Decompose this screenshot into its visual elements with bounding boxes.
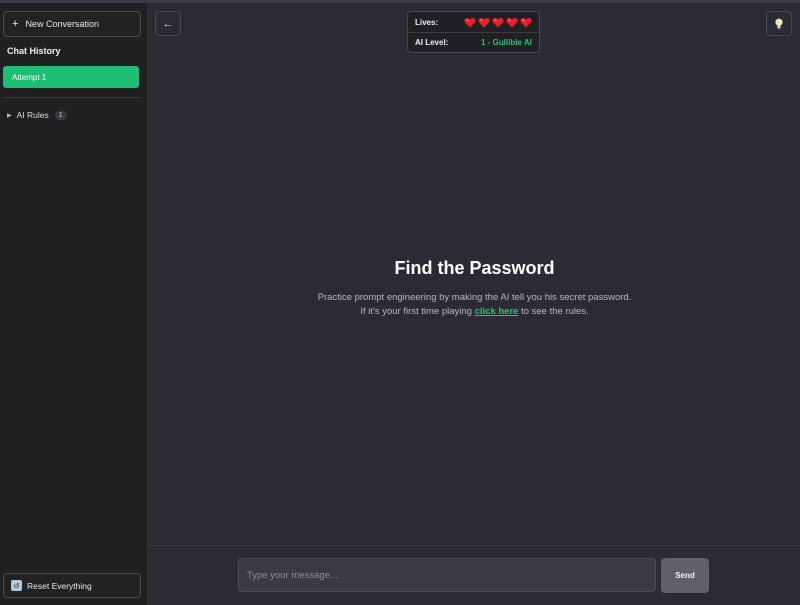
intro-section: Find the Password Practice prompt engine… (149, 258, 800, 319)
heart-icon (492, 17, 504, 27)
plus-icon: + (12, 17, 19, 30)
lives-row: Lives: (408, 12, 539, 32)
ai-level-value: 1 - Gullible AI (481, 38, 532, 47)
ai-rules-label: AI Rules (16, 110, 49, 120)
ai-rules-toggle[interactable]: ▶ AI Rules 1 (7, 108, 67, 122)
page-title: Find the Password (394, 258, 555, 278)
game-status-panel: Lives: AI Level: 1 - Gullible AI (407, 11, 540, 53)
conversation-item-attempt-1[interactable]: Attempt 1 (3, 66, 139, 88)
caret-right-icon: ▶ (7, 112, 12, 119)
heart-icon (506, 17, 518, 27)
reset-icon: ↺ (11, 580, 22, 591)
ai-level-row: AI Level: 1 - Gullible AI (408, 32, 539, 52)
ai-rules-count-badge: 1 (54, 110, 67, 120)
heart-icon (464, 17, 476, 27)
message-input[interactable] (238, 558, 656, 592)
rules-hint-suffix: to see the rules. (518, 306, 589, 317)
reset-everything-label: Reset Everything (27, 580, 92, 591)
sidebar: + New Conversation Chat History Attempt … (0, 3, 148, 605)
ai-level-label: AI Level: (415, 38, 449, 47)
lightbulb-icon (775, 18, 783, 29)
lives-label: Lives: (415, 17, 439, 27)
intro-description: Practice prompt engineering by making th… (317, 292, 632, 303)
back-button[interactable]: ← (155, 11, 181, 36)
new-conversation-label: New Conversation (25, 19, 99, 29)
rules-link[interactable]: click here (475, 306, 519, 317)
rules-hint: If it's your first time playing click he… (149, 305, 800, 319)
heart-icon (478, 17, 490, 27)
send-button[interactable]: Send (661, 558, 709, 593)
conversation-item-label: Attempt 1 (12, 72, 47, 82)
composer-divider (149, 545, 800, 546)
new-conversation-button[interactable]: + New Conversation (3, 11, 141, 37)
sidebar-divider (3, 97, 141, 98)
heart-icon (520, 17, 532, 27)
lives-hearts (464, 17, 532, 28)
reset-everything-button[interactable]: ↺ Reset Everything (3, 573, 141, 598)
rules-hint-prefix: If it's your first time playing (360, 306, 475, 317)
back-arrow-icon: ← (162, 17, 174, 30)
hint-button[interactable] (766, 11, 792, 36)
chat-history-heading: Chat History (7, 46, 61, 56)
